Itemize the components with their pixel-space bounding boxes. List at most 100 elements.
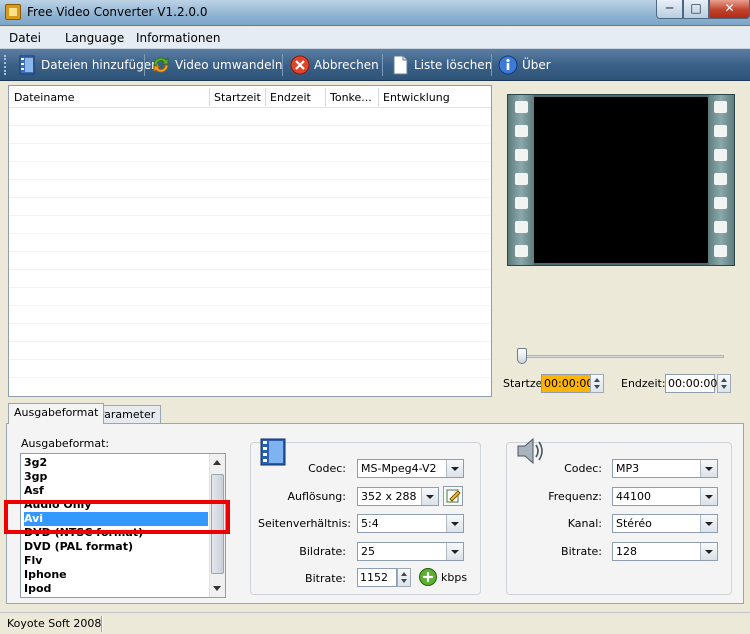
cancel-label: Abbrechen [314,58,379,72]
video-bitrate-spinner[interactable] [397,568,411,587]
aspect-ratio-label: Seitenverhältnis: [258,517,352,530]
toolbar-separator [144,54,145,76]
column-progress[interactable]: Entwicklung [383,91,450,104]
resolution-select[interactable]: 352 x 288 [357,487,439,506]
add-bitrate-button[interactable] [418,567,438,587]
list-item[interactable]: Asf [24,484,208,498]
table-row [9,108,491,126]
tab-output-format[interactable]: Ausgabeformat [8,403,105,424]
file-list-header: Dateiname Startzeit Endzeit Tonke... Ent… [9,86,491,108]
list-item[interactable]: Iphone [24,568,208,582]
film-strip-left [508,95,534,265]
table-row [9,216,491,234]
clear-list-button[interactable]: Liste löschen [390,54,492,76]
table-row [9,288,491,306]
scroll-down-icon[interactable] [213,586,221,591]
seek-slider-thumb[interactable] [517,348,527,364]
video-codec-label: Codec: [308,462,346,475]
toolbar-grip[interactable] [4,55,8,75]
add-files-button[interactable]: Dateien hinzufügen [17,54,159,76]
menu-informationen[interactable]: Informationen [136,31,220,45]
toolbar-separator [282,54,283,76]
selection-highlight-box [4,500,230,534]
channel-select[interactable]: Stéréo [612,514,718,533]
start-time-input[interactable]: 00:00:00 [541,374,593,393]
file-list[interactable]: Dateiname Startzeit Endzeit Tonke... Ent… [8,85,492,397]
list-item[interactable]: 3gp [24,470,208,484]
column-divider[interactable] [325,88,326,106]
menu-language[interactable]: Language [65,31,124,45]
chevron-down-icon[interactable] [700,488,717,505]
framerate-select[interactable]: 25 [357,542,464,561]
maximize-button[interactable]: □ [683,0,709,19]
framerate-value: 25 [361,545,375,558]
end-time-input[interactable]: 00:00:00 [665,374,717,393]
list-item[interactable]: Ipod [24,582,208,596]
edit-pencil-icon [446,489,461,503]
chevron-down-icon[interactable] [446,460,463,477]
about-label: Über [522,58,551,72]
seek-slider-track[interactable] [519,355,724,358]
output-format-label: Ausgabeformat: [21,437,110,450]
video-codec-select[interactable]: MS-Mpeg4-V2 [357,459,464,478]
audio-codec-select[interactable]: MP3 [612,459,718,478]
window-title: Free Video Converter V1.2.0.0 [27,5,208,19]
audio-codec-value: MP3 [616,462,640,475]
minimize-button[interactable]: ─ [656,0,683,19]
column-starttime[interactable]: Startzeit [214,91,261,104]
table-row [9,126,491,144]
start-time-spinner[interactable] [590,374,604,393]
close-button[interactable]: ✕ [709,0,750,19]
table-row [9,162,491,180]
chevron-down-icon[interactable] [446,515,463,532]
column-audiotrack[interactable]: Tonke... [330,91,372,104]
aspect-ratio-value: 5:4 [361,517,379,530]
frequency-select[interactable]: 44100 [612,487,718,506]
framerate-label: Bildrate: [299,545,346,558]
add-files-label: Dateien hinzufügen [41,58,159,72]
video-bitrate-label: Bitrate: [305,572,346,585]
app-icon [5,4,21,20]
film-add-icon [17,55,37,75]
chevron-down-icon[interactable] [700,515,717,532]
cancel-button[interactable]: Abbrechen [290,54,379,76]
film-strip-right [708,95,734,265]
table-row [9,144,491,162]
about-button[interactable]: Über [498,54,551,76]
chevron-down-icon[interactable] [446,543,463,560]
frequency-value: 44100 [616,490,651,503]
convert-button[interactable]: Video umwandeln [151,54,282,76]
list-item[interactable]: Flv [24,554,208,568]
aspect-ratio-select[interactable]: 5:4 [357,514,464,533]
video-codec-value: MS-Mpeg4-V2 [361,462,437,475]
column-endtime[interactable]: Endzeit [270,91,311,104]
column-divider[interactable] [209,88,210,106]
preview-screen [534,97,708,263]
resolution-value: 352 x 288 [361,490,417,503]
column-divider[interactable] [378,88,379,106]
end-time-spinner[interactable] [717,374,731,393]
video-bitrate-input[interactable]: 1152 [357,568,397,587]
chevron-down-icon[interactable] [700,543,717,560]
scroll-up-icon[interactable] [213,460,221,465]
column-divider[interactable] [265,88,266,106]
status-divider [101,616,103,632]
resolution-label: Auflösung: [287,490,346,503]
end-time-label: Endzeit: [621,377,666,390]
list-item[interactable]: DVD (PAL format) [24,540,208,554]
column-filename[interactable]: Dateiname [14,91,75,104]
audio-bitrate-select[interactable]: 128 [612,542,718,561]
edit-resolution-button[interactable] [443,486,463,506]
convert-arrows-icon [151,55,171,75]
list-item[interactable]: 3g2 [24,456,208,470]
status-bar: Koyote Soft 2008 [0,612,750,634]
chevron-down-icon[interactable] [700,460,717,477]
table-row [9,180,491,198]
start-time-label: Startzei [503,377,546,390]
chevron-down-icon[interactable] [421,488,438,505]
audio-bitrate-label: Bitrate: [561,545,602,558]
frequency-label: Frequenz: [548,490,602,503]
bitrate-unit: kbps [441,571,468,584]
menu-datei[interactable]: Datei [9,31,41,45]
audio-codec-label: Codec: [564,462,602,475]
